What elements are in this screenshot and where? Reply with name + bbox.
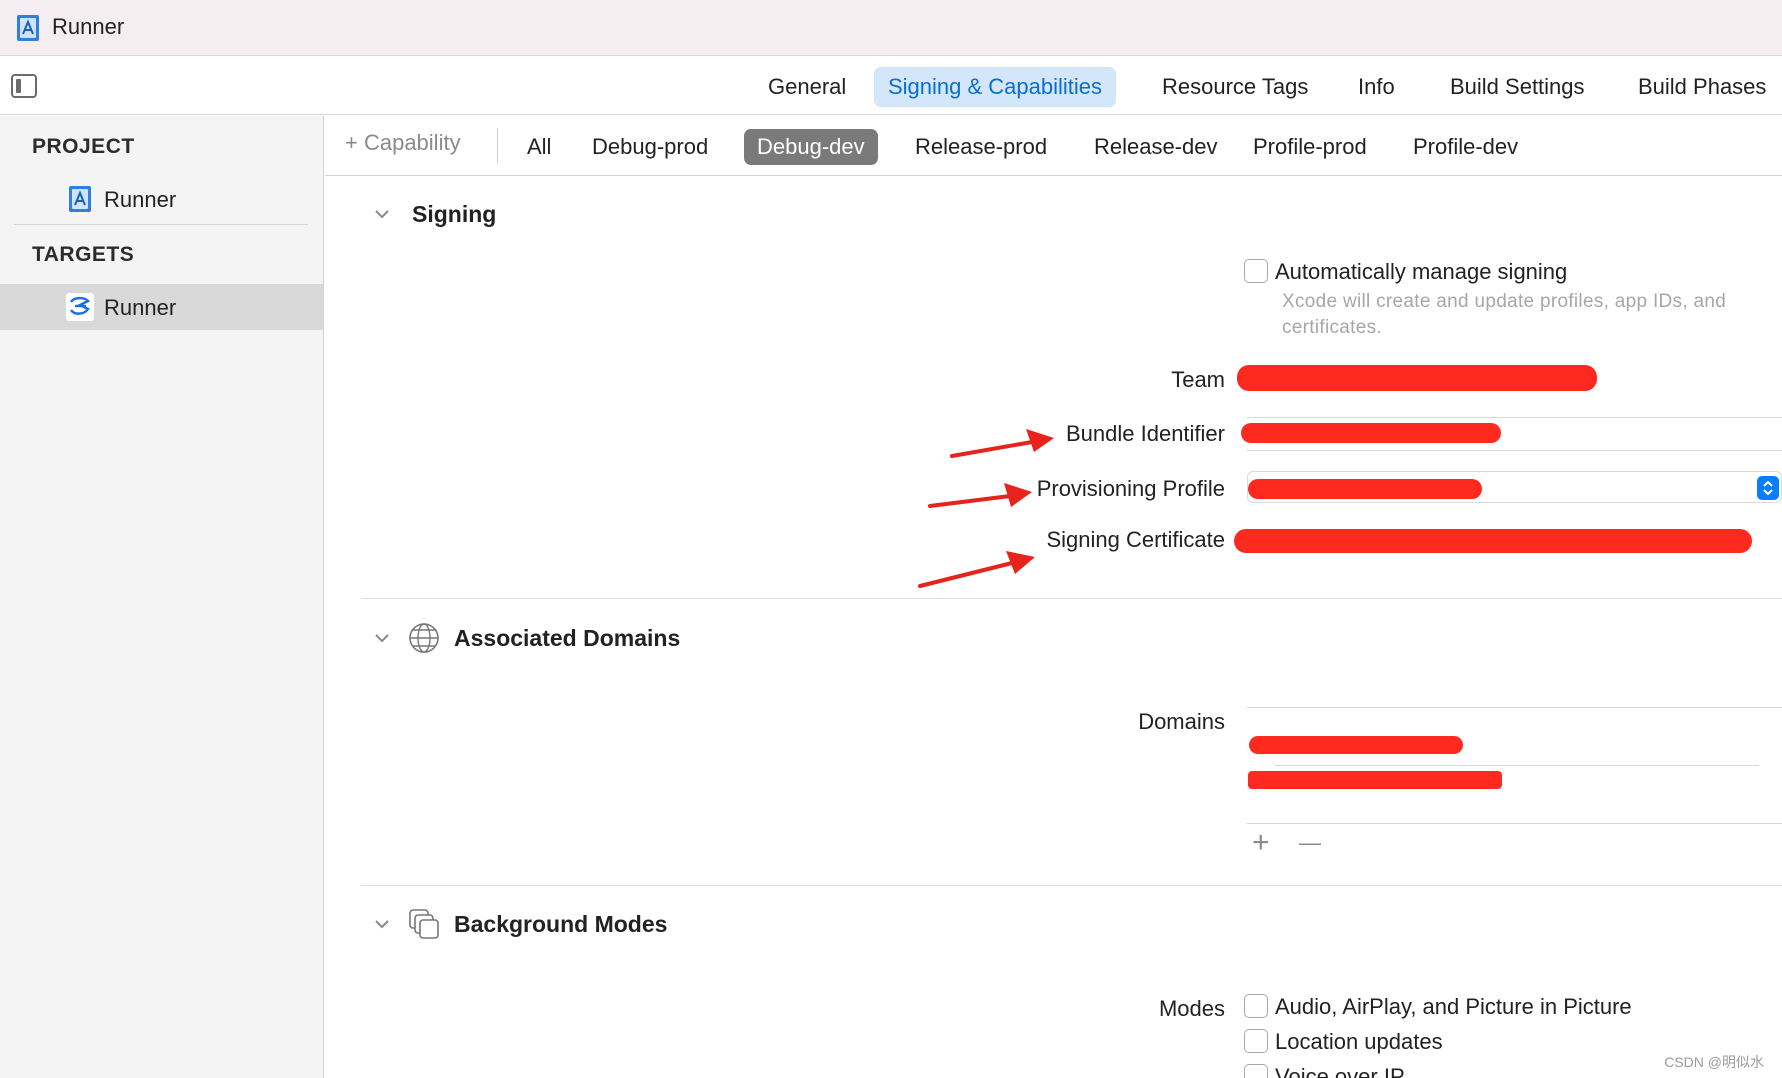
tab-info[interactable]: Info bbox=[1344, 67, 1409, 107]
config-release-prod[interactable]: Release-prod bbox=[902, 129, 1060, 165]
signing-certificate-redaction bbox=[1234, 529, 1752, 553]
sidebar-divider bbox=[14, 224, 308, 225]
bundle-identifier-field-bottom bbox=[1247, 450, 1782, 451]
xcode-project-icon bbox=[17, 15, 39, 41]
capabilities-editor: Signing Automatically manage signing Xco… bbox=[325, 177, 1782, 1078]
voice-over-ip-label: Voice over IP bbox=[1275, 1064, 1405, 1078]
associated-domains-title: Associated Domains bbox=[454, 625, 681, 651]
project-navigator: PROJECT Runner TARGETS Runner bbox=[0, 116, 324, 1078]
globe-icon bbox=[409, 623, 439, 653]
flutter-target-icon bbox=[66, 293, 94, 321]
remove-domain-button[interactable]: — bbox=[1299, 828, 1321, 858]
sidebar-item-label: Runner bbox=[104, 187, 177, 212]
configuration-bar: + Capability All Debug-prod Debug-dev Re… bbox=[325, 116, 1782, 176]
config-separator bbox=[497, 128, 498, 164]
signing-section-title: Signing bbox=[412, 201, 497, 227]
title-bar: Runner bbox=[0, 0, 1782, 56]
chevron-down-icon[interactable] bbox=[373, 915, 391, 933]
add-capability-button[interactable]: + Capability bbox=[345, 130, 461, 156]
domain-entry-redaction-1[interactable] bbox=[1249, 736, 1463, 754]
auto-manage-signing-hint: Xcode will create and update profiles, a… bbox=[1282, 291, 1727, 338]
team-redaction bbox=[1237, 365, 1597, 391]
domains-list-top bbox=[1247, 707, 1782, 708]
watermark: CSDN @明似水 bbox=[1664, 1054, 1764, 1070]
tab-signing-capabilities[interactable]: Signing & Capabilities bbox=[874, 67, 1117, 107]
window-title: Runner bbox=[52, 14, 125, 39]
audio-airplay-checkbox[interactable] bbox=[1244, 994, 1268, 1018]
sidebar-item-target-runner[interactable]: Runner bbox=[0, 284, 323, 330]
chevron-updown-icon bbox=[1757, 476, 1779, 500]
provisioning-profile-label: Provisioning Profile bbox=[1036, 476, 1225, 501]
config-release-dev[interactable]: Release-dev bbox=[1081, 129, 1231, 165]
location-updates-checkbox[interactable] bbox=[1244, 1029, 1268, 1053]
domains-list-bottom bbox=[1247, 823, 1782, 824]
auto-manage-signing-checkbox[interactable] bbox=[1244, 259, 1268, 283]
location-updates-label: Location updates bbox=[1275, 1029, 1443, 1054]
config-debug-prod[interactable]: Debug-prod bbox=[579, 129, 721, 165]
sidebar-item-label: Runner bbox=[104, 295, 177, 320]
editor-tab-bar: General Signing & Capabilities Resource … bbox=[0, 57, 1782, 115]
section-divider bbox=[361, 598, 1782, 599]
chevron-down-icon[interactable] bbox=[373, 629, 391, 647]
domains-row-separator bbox=[1275, 765, 1759, 766]
targets-header: TARGETS bbox=[32, 243, 135, 266]
background-modes-title: Background Modes bbox=[454, 911, 668, 937]
bundle-identifier-field-top bbox=[1247, 417, 1782, 418]
tab-resource-tags[interactable]: Resource Tags bbox=[1148, 67, 1322, 107]
voice-over-ip-checkbox[interactable] bbox=[1244, 1064, 1268, 1078]
project-header: PROJECT bbox=[32, 135, 135, 158]
config-profile-prod[interactable]: Profile-prod bbox=[1240, 129, 1380, 165]
config-all[interactable]: All bbox=[514, 129, 564, 165]
domain-entry-redaction-2[interactable] bbox=[1248, 771, 1502, 789]
signing-certificate-label: Signing Certificate bbox=[1046, 527, 1225, 552]
chevron-down-icon[interactable] bbox=[373, 205, 391, 223]
add-domain-button[interactable]: + bbox=[1252, 828, 1270, 858]
xcode-project-icon bbox=[69, 186, 91, 212]
sidebar-toggle-icon[interactable] bbox=[11, 74, 37, 98]
bundle-identifier-redaction[interactable] bbox=[1241, 423, 1501, 443]
tab-build-settings[interactable]: Build Settings bbox=[1436, 67, 1599, 107]
team-label: Team bbox=[1171, 367, 1225, 392]
background-modes-icon bbox=[409, 909, 439, 939]
audio-airplay-label: Audio, AirPlay, and Picture in Picture bbox=[1275, 994, 1632, 1019]
auto-manage-signing-label: Automatically manage signing bbox=[1275, 259, 1568, 284]
config-profile-dev[interactable]: Profile-dev bbox=[1400, 129, 1531, 165]
bundle-identifier-label: Bundle Identifier bbox=[1066, 421, 1225, 446]
provisioning-profile-redaction bbox=[1248, 479, 1482, 499]
config-debug-dev[interactable]: Debug-dev bbox=[744, 129, 878, 165]
section-divider bbox=[361, 885, 1782, 886]
tab-build-phases[interactable]: Build Phases bbox=[1624, 67, 1780, 107]
sidebar-item-project-runner[interactable]: Runner bbox=[0, 176, 323, 222]
domains-label: Domains bbox=[1138, 709, 1225, 734]
tab-general[interactable]: General bbox=[754, 67, 860, 107]
modes-label: Modes bbox=[1158, 996, 1225, 1021]
